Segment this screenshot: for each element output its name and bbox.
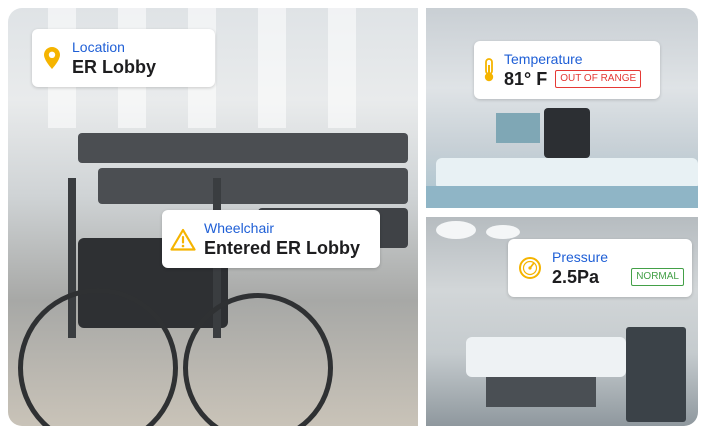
gauge-icon [508,256,552,280]
equipment-cart [626,327,686,422]
wheelchair-label: Wheelchair [204,219,275,236]
wheelchair-wheel [183,293,333,426]
temperature-card: Temperature 81° F OUT OF RANGE [474,41,660,99]
surgical-light [486,225,520,239]
bed-frame [426,186,698,208]
table-base [486,377,596,407]
cabinet [496,113,540,143]
location-card: Location ER Lobby [32,29,215,87]
pressure-status-badge: NORMAL [631,267,684,286]
location-value: ER Lobby [72,56,156,77]
hospital-room-image [426,8,698,208]
temperature-value: 81° F [504,68,548,89]
temperature-label: Temperature [504,50,583,67]
pressure-card: Pressure 2.5Pa NORMAL [508,239,692,297]
wheelchair [544,108,590,158]
warning-icon [162,228,204,251]
wheelchair-alert-card: Wheelchair Entered ER Lobby [162,210,380,268]
window-column [328,8,356,128]
pressure-label: Pressure [552,248,609,265]
location-label: Location [72,38,125,55]
window-column [258,8,286,128]
operating-table [466,337,626,377]
seating-row [78,133,408,163]
temperature-status-badge: OUT OF RANGE [555,69,642,88]
pressure-value: 2.5Pa [552,266,600,287]
wheelchair-status: Entered ER Lobby [204,237,361,258]
seating-row [98,168,408,204]
location-pin-icon [32,47,72,69]
surgical-light [436,221,476,239]
thermometer-icon [474,58,504,82]
